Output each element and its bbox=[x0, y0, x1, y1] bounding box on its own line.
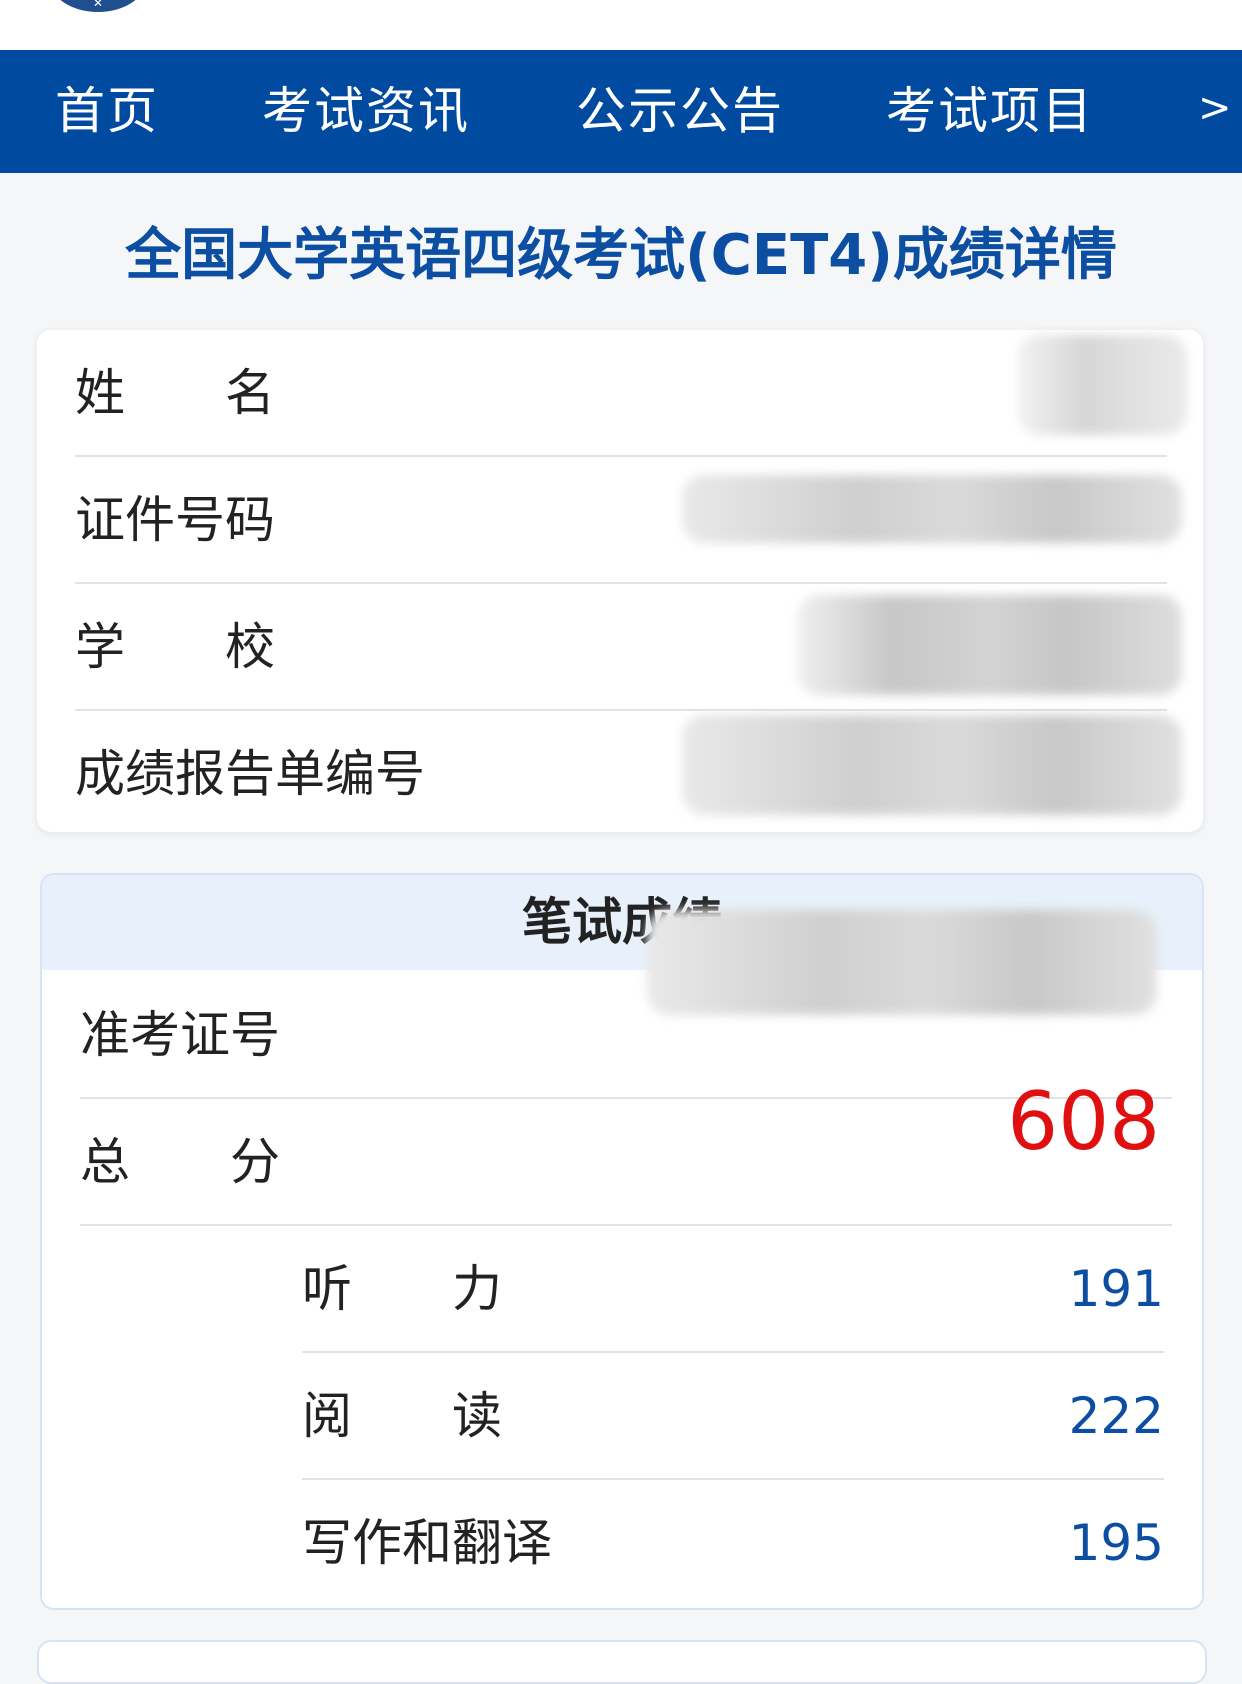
logo-icon[interactable]: ✕ bbox=[50, 0, 146, 12]
listening-row: 听 力 191 bbox=[302, 1226, 1164, 1353]
nav-item-exam-news[interactable]: 考试资讯 bbox=[262, 50, 470, 173]
top-header: ✕ bbox=[0, 0, 1242, 50]
redacted-report-number bbox=[682, 715, 1182, 815]
written-score-card: 笔试成绩 准考证号 总 分 听 力 191 阅 读 222 写作和翻译 195 bbox=[40, 873, 1204, 1610]
listening-label: 听 力 bbox=[302, 1260, 502, 1318]
name-label: 姓 名 bbox=[75, 364, 275, 422]
listening-score: 191 bbox=[1068, 1260, 1164, 1318]
report-number-label: 成绩报告单编号 bbox=[75, 745, 425, 803]
redacted-name bbox=[1017, 335, 1187, 435]
total-label: 总 分 bbox=[80, 1133, 280, 1191]
nav-item-exam-projects[interactable]: 考试项目 bbox=[886, 50, 1094, 173]
redacted-school bbox=[797, 595, 1182, 695]
school-label: 学 校 bbox=[75, 618, 275, 676]
writing-row: 写作和翻译 195 bbox=[302, 1480, 1164, 1607]
candidate-info-card: 姓 名 证件号码 学 校 成绩报告单编号 bbox=[37, 330, 1203, 832]
redacted-ticket-number bbox=[647, 910, 1157, 1015]
nav-item-home[interactable]: 首页 bbox=[55, 50, 159, 173]
nav-item-announcements[interactable]: 公示公告 bbox=[576, 50, 784, 173]
next-card-edge bbox=[37, 1640, 1207, 1684]
page-title: 全国大学英语四级考试(CET4)成绩详情 bbox=[125, 223, 1117, 288]
chevron-right-icon[interactable]: > bbox=[1198, 50, 1232, 173]
info-row-name: 姓 名 bbox=[75, 330, 1167, 457]
writing-label: 写作和翻译 bbox=[302, 1514, 552, 1572]
reading-row: 阅 读 222 bbox=[302, 1353, 1164, 1480]
reading-label: 阅 读 bbox=[302, 1387, 502, 1445]
main-nav: 首页 考试资讯 公示公告 考试项目 > bbox=[0, 50, 1242, 173]
redacted-id-number bbox=[682, 475, 1182, 543]
id-number-label: 证件号码 bbox=[75, 491, 275, 549]
ticket-label: 准考证号 bbox=[80, 1006, 280, 1064]
writing-score: 195 bbox=[1068, 1514, 1164, 1572]
total-score: 608 bbox=[1007, 1075, 1160, 1168]
reading-score: 222 bbox=[1068, 1387, 1164, 1445]
